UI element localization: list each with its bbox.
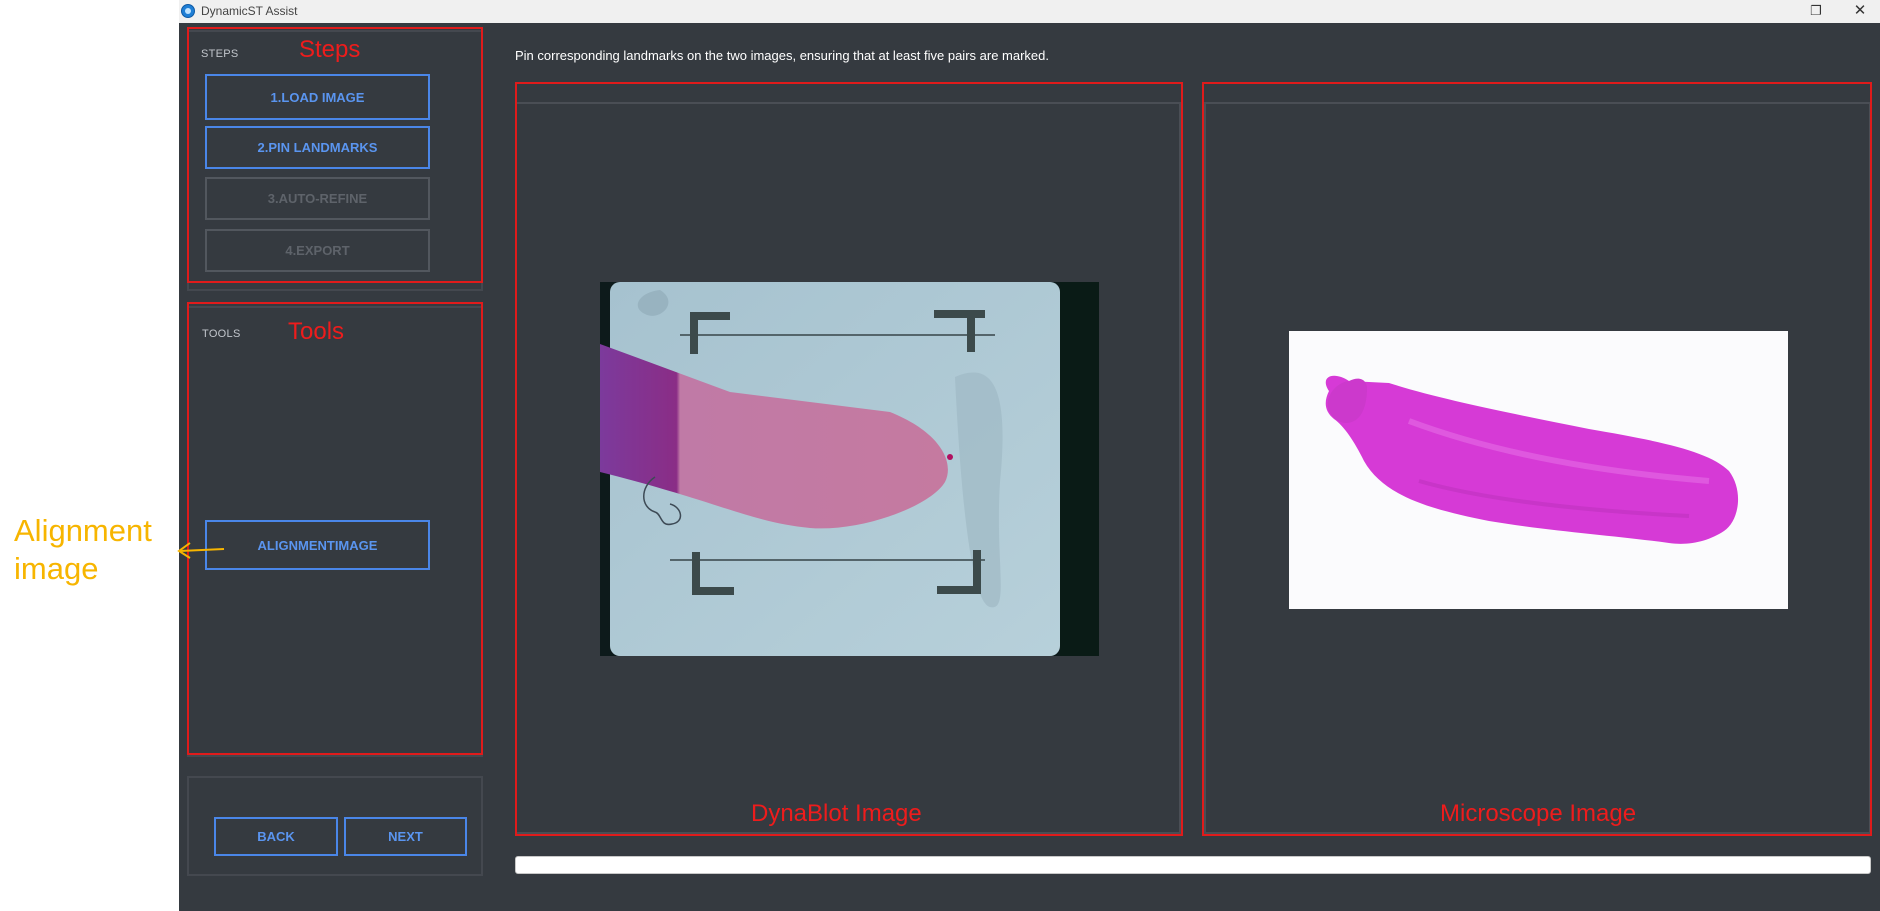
auto-refine-button[interactable]: 3.AUTO-REFINE	[205, 177, 430, 220]
progress-bar	[515, 856, 1871, 874]
close-icon[interactable]: ✕	[1848, 2, 1872, 20]
alignment-image-button[interactable]: ALIGNMENTIMAGE	[205, 520, 430, 570]
back-button[interactable]: BACK	[214, 817, 338, 856]
window-title: DynamicST Assist	[201, 4, 298, 18]
steps-panel: STEPS 1.LOAD IMAGE 2.PIN LANDMARKS 3.AUT…	[187, 30, 483, 291]
export-button[interactable]: 4.EXPORT	[205, 229, 430, 272]
steps-annotation-label: Steps	[299, 36, 361, 63]
microscope-image[interactable]	[1289, 331, 1788, 609]
app-window: DynamicST Assist ❐ ✕ STEPS 1.LOAD IMAGE …	[179, 0, 1880, 911]
load-image-button[interactable]: 1.LOAD IMAGE	[205, 74, 430, 120]
instruction-text: Pin corresponding landmarks on the two i…	[515, 48, 1049, 63]
alignment-annotation: Alignment image	[14, 513, 152, 586]
tools-label: TOOLS	[202, 328, 241, 340]
dynablot-image-panel[interactable]	[515, 102, 1181, 834]
app-logo-icon	[181, 4, 195, 18]
navigation-panel: BACK NEXT	[187, 776, 483, 876]
dynablot-image[interactable]	[600, 282, 1099, 656]
tools-panel: TOOLS ALIGNMENTIMAGE	[187, 306, 483, 757]
restore-icon[interactable]: ❐	[1804, 2, 1828, 20]
microscope-caption: Microscope Image	[1440, 800, 1637, 827]
annotation-arrow-icon	[177, 542, 225, 559]
steps-label: STEPS	[201, 48, 239, 60]
title-bar: DynamicST Assist ❐ ✕	[179, 0, 1880, 23]
tools-annotation-label: Tools	[288, 318, 345, 345]
next-button[interactable]: NEXT	[344, 817, 467, 856]
microscope-image-panel[interactable]	[1204, 102, 1871, 834]
pin-landmarks-button[interactable]: 2.PIN LANDMARKS	[205, 126, 430, 169]
dynablot-caption: DynaBlot Image	[751, 800, 922, 827]
